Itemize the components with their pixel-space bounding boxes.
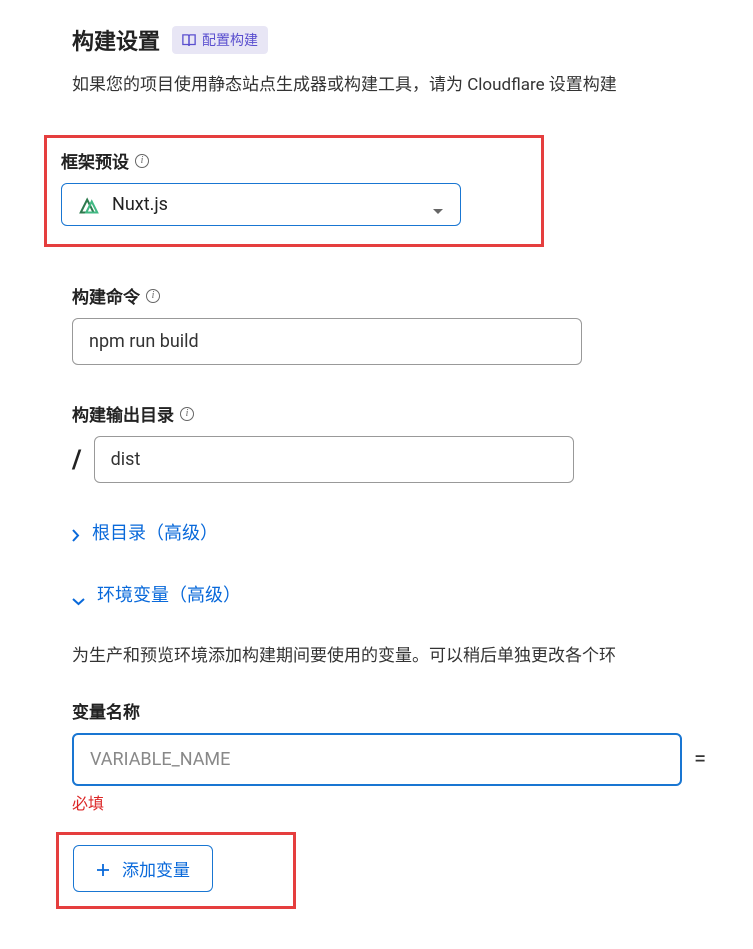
env-vars-collapsible[interactable]: 环境变量（高级） (72, 581, 753, 607)
root-dir-collapsible[interactable]: 根目录（高级） (72, 519, 753, 545)
required-error: 必填 (72, 790, 753, 814)
build-command-input[interactable] (72, 318, 582, 365)
framework-highlight: 框架预设 i Nuxt.js (44, 135, 544, 247)
output-dir-input[interactable] (94, 436, 574, 483)
env-vars-label: 环境变量（高级） (97, 581, 241, 607)
book-icon (182, 34, 196, 46)
info-icon[interactable]: i (135, 154, 149, 168)
framework-value: Nuxt.js (112, 194, 168, 215)
add-var-highlight: 添加变量 (56, 832, 296, 909)
chevron-down-icon (432, 201, 444, 209)
config-build-badge[interactable]: 配置构建 (172, 26, 268, 54)
add-variable-button[interactable]: 添加变量 (73, 845, 213, 892)
info-icon[interactable]: i (180, 407, 194, 421)
chevron-right-icon (72, 526, 80, 539)
variable-name-input[interactable] (72, 733, 682, 786)
nuxt-icon (78, 196, 100, 214)
add-variable-label: 添加变量 (122, 856, 190, 881)
badge-label: 配置构建 (202, 30, 258, 50)
path-prefix: / (72, 445, 82, 475)
build-command-label: 构建命令 (72, 283, 140, 308)
info-icon[interactable]: i (146, 289, 160, 303)
framework-select[interactable]: Nuxt.js (61, 183, 461, 226)
plus-icon (96, 862, 110, 876)
env-vars-description: 为生产和预览环境添加构建期间要使用的变量。可以稍后单独更改各个环 (72, 643, 753, 670)
output-dir-label: 构建输出目录 (72, 401, 174, 426)
framework-label: 框架预设 (61, 148, 129, 173)
equals-sign: = (694, 747, 706, 772)
chevron-down-icon (72, 590, 85, 598)
build-description: 如果您的项目使用静态站点生成器或构建工具，请为 Cloudflare 设置构建 (72, 72, 753, 99)
page-title: 构建设置 (72, 24, 160, 56)
var-name-label: 变量名称 (72, 698, 753, 723)
root-dir-label: 根目录（高级） (92, 519, 218, 545)
